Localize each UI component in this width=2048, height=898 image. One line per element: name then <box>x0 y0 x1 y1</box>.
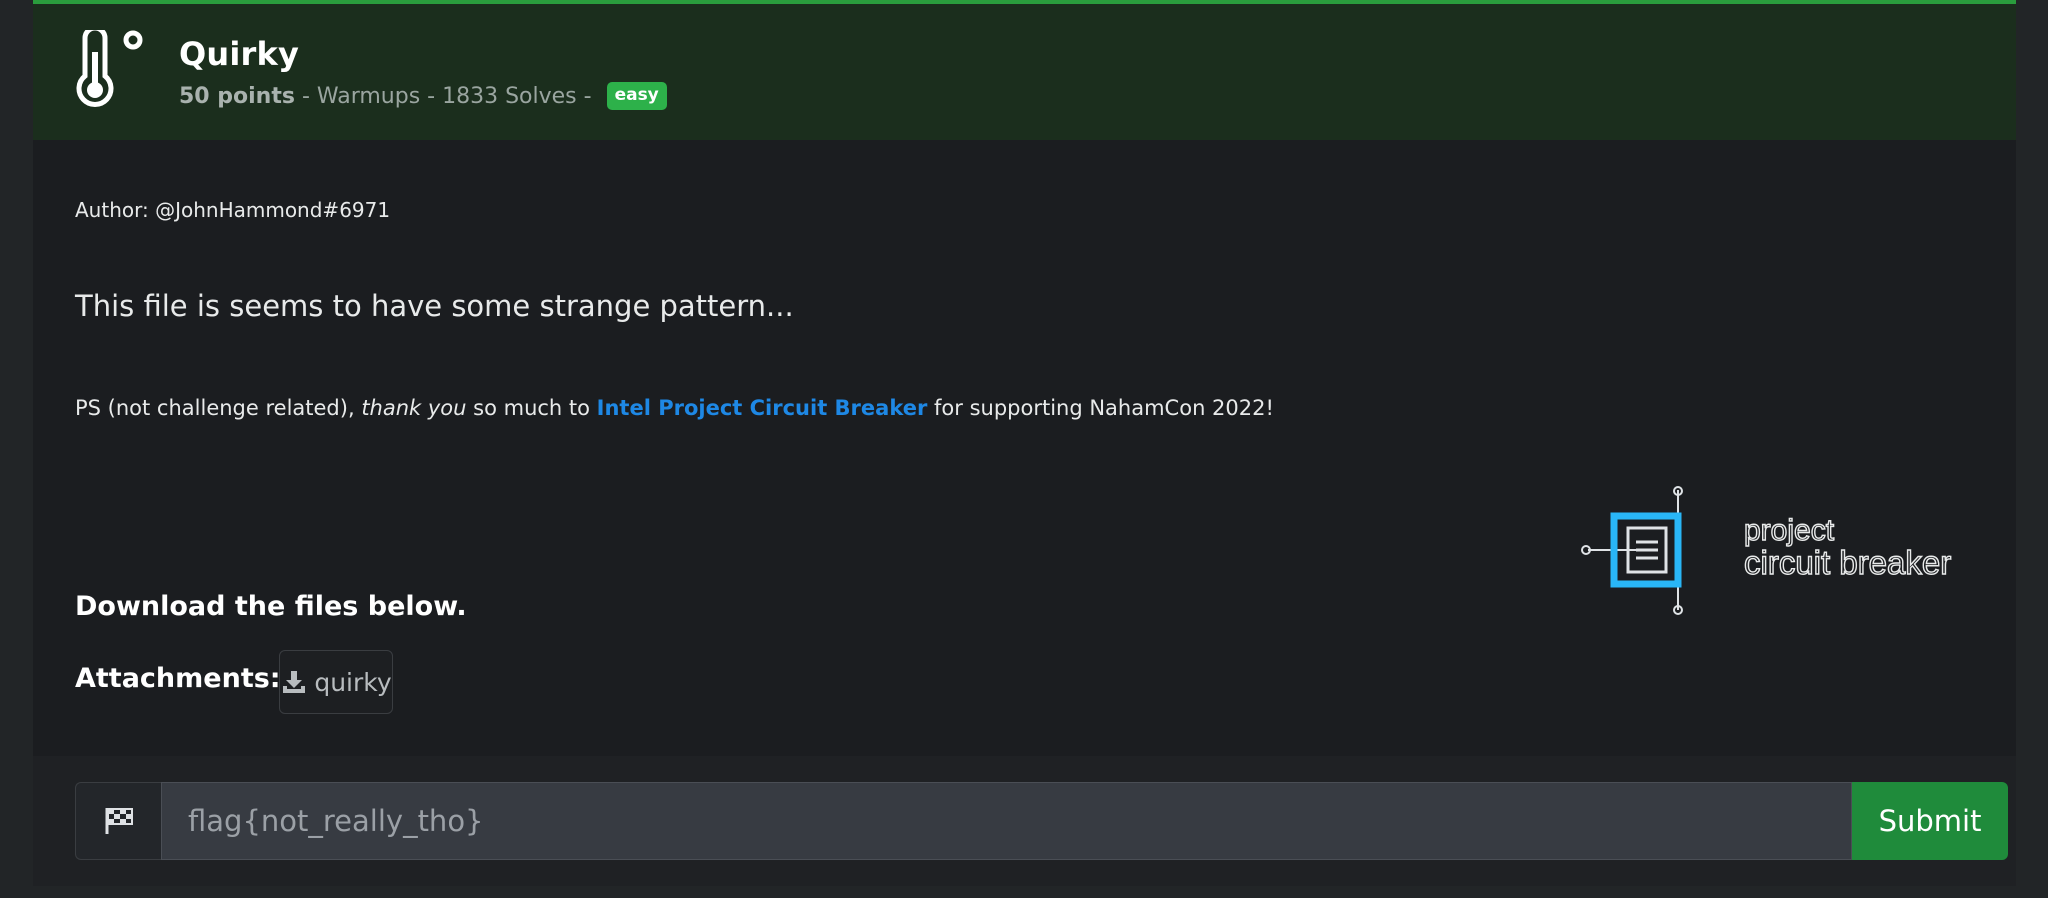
logo-text-project: project <box>1744 514 1835 547</box>
intel-pcb-link[interactable]: Intel Project Circuit Breaker <box>597 396 928 420</box>
flag-submit-form: Submit <box>33 756 2016 886</box>
checkered-flag-icon <box>105 808 133 834</box>
challenge-points: 50 points <box>179 83 295 109</box>
circuit-breaker-logo: project circuit breaker <box>1581 486 1952 615</box>
difficulty-badge: easy <box>606 82 667 110</box>
logo-text-circuit-breaker: circuit breaker <box>1744 544 1951 581</box>
flag-addon <box>75 782 161 860</box>
flag-input[interactable] <box>161 782 1852 860</box>
challenge-title: Quirky <box>179 35 300 73</box>
thermometer-icon <box>76 30 143 107</box>
ps-emphasis: thank you <box>361 396 467 420</box>
download-heading: Download the files below. <box>75 591 467 622</box>
download-icon <box>283 671 306 693</box>
challenge-header: Quirky 50 points - Warmups - 1833 Solves… <box>33 0 2016 140</box>
challenge-card: Quirky 50 points - Warmups - 1833 Solves… <box>33 0 2016 886</box>
challenge-description: This file is seems to have some strange … <box>75 289 794 323</box>
challenge-category-solves: - Warmups - 1833 Solves - <box>294 83 599 109</box>
challenge-meta: 50 points - Warmups - 1833 Solves - easy <box>179 82 667 110</box>
attachment-quirky-button[interactable]: quirky <box>279 650 393 714</box>
submit-button[interactable]: Submit <box>1852 782 2008 860</box>
ps-prefix: PS (not challenge related), <box>75 396 362 420</box>
author-line: Author: @JohnHammond#6971 <box>75 198 391 222</box>
attachment-name: quirky <box>314 667 392 697</box>
ps-mid: so much to <box>466 396 597 420</box>
attachments-label: Attachments: <box>75 663 281 694</box>
ps-note: PS (not challenge related), thank you so… <box>75 396 1274 420</box>
ps-suffix: for supporting NahamCon 2022! <box>927 396 1274 420</box>
